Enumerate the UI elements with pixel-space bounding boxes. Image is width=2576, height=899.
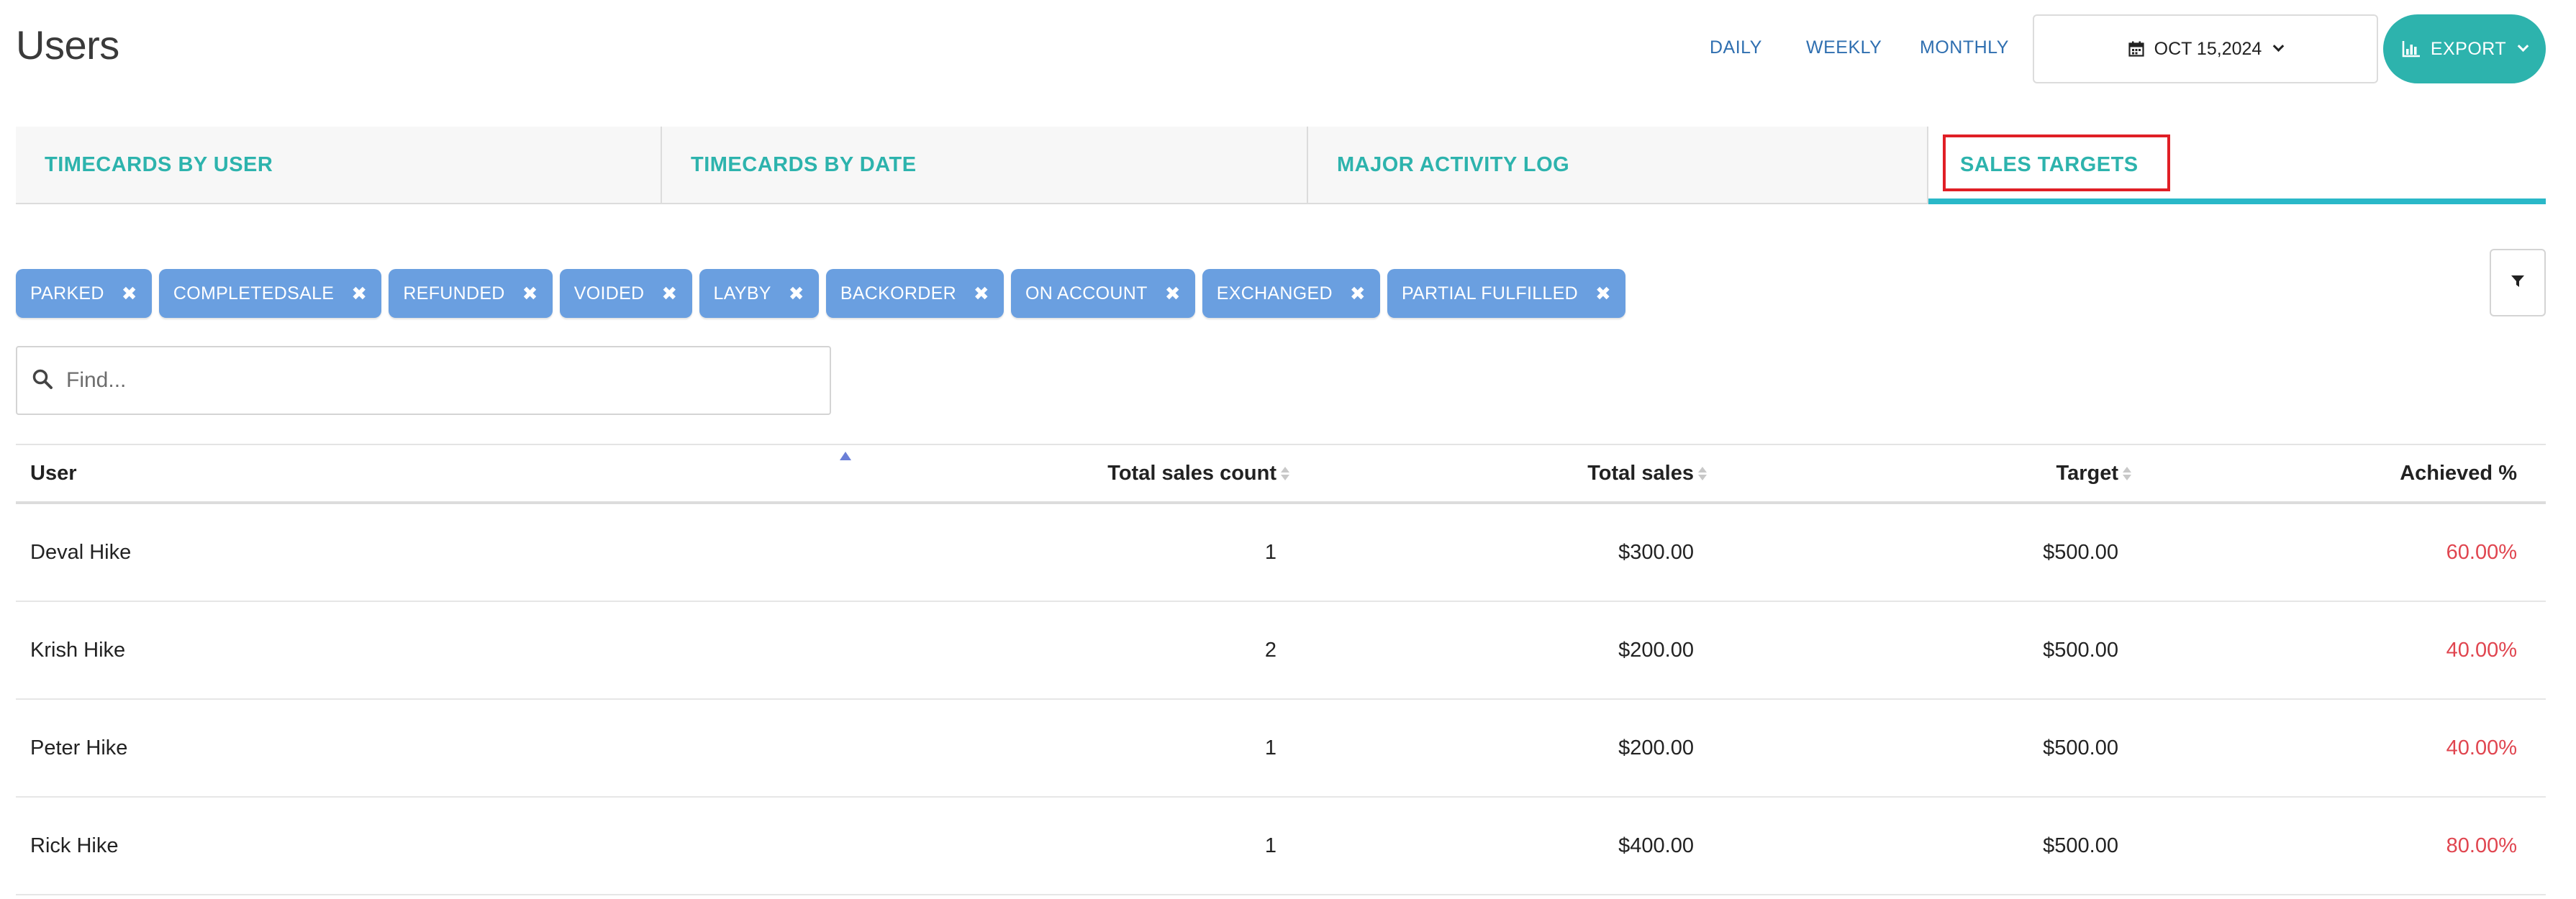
sort-icon	[2123, 467, 2131, 481]
column-header-user[interactable]: User	[16, 451, 851, 485]
cell-total-sales: $200.00	[1618, 736, 1694, 759]
search-icon	[32, 368, 53, 393]
chevron-down-icon	[2273, 40, 2285, 52]
tab-label: TIMECARDS BY USER	[45, 152, 273, 176]
filter-chip[interactable]: LAYBY ✖	[699, 269, 819, 318]
chip-label: BACKORDER	[840, 283, 956, 304]
close-icon[interactable]: ✖	[1165, 284, 1181, 303]
chip-label: REFUNDED	[403, 283, 505, 304]
table-header: User Total sales count Total sales Targe…	[16, 444, 2546, 504]
filter-chip[interactable]: EXCHANGED ✖	[1202, 269, 1380, 318]
chip-label: COMPLETEDSALE	[173, 283, 335, 304]
cell-achieved: 80.00%	[2446, 834, 2517, 857]
filter-chip[interactable]: REFUNDED ✖	[389, 269, 553, 318]
cell-user: Krish Hike	[30, 638, 126, 662]
cell-total-sales-count: 2	[1264, 638, 1276, 662]
chip-label: EXCHANGED	[1216, 283, 1333, 304]
table-row: Rick Hike 1 $400.00 $500.00 80.00%	[16, 798, 2546, 895]
tab-label: TIMECARDS BY DATE	[691, 152, 917, 176]
chip-label: LAYBY	[713, 283, 771, 304]
cell-achieved: 40.00%	[2446, 638, 2517, 662]
cell-total-sales: $300.00	[1618, 540, 1694, 564]
chip-label: ON ACCOUNT	[1025, 283, 1148, 304]
page-title: Users	[16, 22, 119, 68]
cell-target: $500.00	[2043, 736, 2118, 759]
filter-chip-list: PARKED ✖ COMPLETEDSALE ✖ REFUNDED ✖ VOIDED ✖…	[16, 269, 1626, 318]
sort-icon	[1698, 467, 1707, 481]
filter-chip[interactable]: COMPLETEDSALE ✖	[158, 269, 382, 318]
chevron-down-icon	[2517, 40, 2529, 52]
date-label: OCT 15,2024	[2154, 38, 2262, 59]
column-header-target[interactable]: Target	[1707, 462, 2131, 485]
cell-user: Peter Hike	[30, 736, 128, 759]
cell-achieved: 60.00%	[2446, 540, 2517, 564]
period-monthly-link[interactable]: MONTHLY	[1920, 37, 2009, 58]
export-button[interactable]: EXPORT	[2383, 14, 2546, 83]
sort-icon	[1281, 467, 1289, 481]
close-icon[interactable]: ✖	[351, 284, 367, 303]
date-picker-button[interactable]: OCT 15,2024	[2033, 14, 2378, 83]
calendar-icon	[2128, 41, 2144, 57]
cell-total-sales-count: 1	[1264, 736, 1276, 759]
search-input[interactable]	[66, 368, 786, 393]
filter-chip[interactable]: PARTIAL FULFILLED ✖	[1387, 269, 1626, 318]
cell-user: Deval Hike	[30, 540, 132, 564]
search-box	[16, 346, 831, 415]
cell-target: $500.00	[2043, 834, 2118, 857]
table-row: Krish Hike 2 $200.00 $500.00 40.00%	[16, 602, 2546, 700]
filter-button[interactable]	[2490, 249, 2546, 316]
cell-user: Rick Hike	[30, 834, 119, 857]
chip-label: VOIDED	[573, 283, 645, 304]
filter-icon	[2511, 274, 2525, 292]
table-row: Peter Hike 1 $200.00 $500.00 40.00%	[16, 700, 2546, 798]
column-header-achieved[interactable]: Achieved %	[2131, 462, 2531, 485]
table-row: Deval Hike 1 $300.00 $500.00 60.00%	[16, 504, 2546, 602]
tab-label: MAJOR ACTIVITY LOG	[1337, 152, 1570, 176]
tab-bar: TIMECARDS BY USER TIMECARDS BY DATE MAJO…	[16, 127, 2546, 204]
close-icon[interactable]: ✖	[1595, 284, 1611, 303]
column-header-total-sales-count[interactable]: Total sales count	[843, 462, 1289, 485]
close-icon[interactable]: ✖	[122, 284, 137, 303]
filter-chip[interactable]: ON ACCOUNT ✖	[1011, 269, 1195, 318]
close-icon[interactable]: ✖	[974, 284, 989, 303]
close-icon[interactable]: ✖	[789, 284, 804, 303]
tab-major-activity-log[interactable]: MAJOR ACTIVITY LOG	[1308, 127, 1928, 203]
close-icon[interactable]: ✖	[661, 284, 677, 303]
sort-ascending-icon	[840, 451, 851, 460]
close-icon[interactable]: ✖	[522, 284, 538, 303]
export-label: EXPORT	[2430, 38, 2507, 59]
period-daily-link[interactable]: DAILY	[1710, 37, 1762, 58]
filter-chip[interactable]: BACKORDER ✖	[825, 269, 1004, 318]
cell-total-sales-count: 1	[1264, 540, 1276, 564]
filter-chip[interactable]: PARKED ✖	[16, 269, 152, 318]
close-icon[interactable]: ✖	[1350, 284, 1366, 303]
filter-chip[interactable]: VOIDED ✖	[559, 269, 692, 318]
cell-total-sales: $400.00	[1618, 834, 1694, 857]
period-weekly-link[interactable]: WEEKLY	[1806, 37, 1882, 58]
chip-label: PARKED	[30, 283, 104, 304]
chip-label: PARTIAL FULFILLED	[1401, 283, 1578, 304]
cell-target: $500.00	[2043, 638, 2118, 662]
cell-total-sales-count: 1	[1264, 834, 1276, 857]
tab-sales-targets[interactable]: SALES TARGETS	[1928, 127, 2546, 204]
cell-achieved: 40.00%	[2446, 736, 2517, 759]
tab-label: SALES TARGETS	[1943, 134, 2170, 191]
cell-total-sales: $200.00	[1618, 638, 1694, 662]
bar-chart-icon	[2402, 40, 2421, 58]
cell-target: $500.00	[2043, 540, 2118, 564]
column-header-total-sales[interactable]: Total sales	[1289, 462, 1707, 485]
tab-timecards-by-user[interactable]: TIMECARDS BY USER	[16, 127, 662, 203]
sales-targets-table: User Total sales count Total sales Targe…	[16, 444, 2546, 895]
tab-timecards-by-date[interactable]: TIMECARDS BY DATE	[662, 127, 1308, 203]
